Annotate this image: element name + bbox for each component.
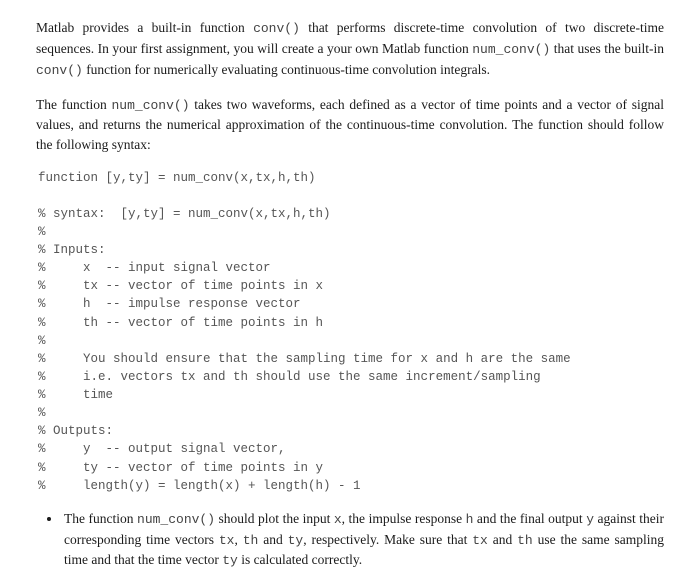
code-inline: conv() (253, 21, 300, 36)
code-inline: th (517, 533, 533, 548)
text-span: Matlab provides a built-in function (36, 20, 253, 35)
code-inline: ty (222, 553, 238, 568)
code-inline: tx (219, 533, 235, 548)
text-span: , (234, 532, 242, 547)
text-span: , respectively. Make sure that (303, 532, 472, 547)
text-span: and the final output (473, 511, 586, 526)
text-span: and (258, 532, 287, 547)
code-inline: conv() (36, 63, 83, 78)
text-span: The function (64, 511, 137, 526)
text-span: is calculated correctly. (238, 552, 362, 567)
list-item: The function num_conv() should plot the … (62, 509, 664, 572)
code-inline: num_conv() (111, 98, 189, 113)
code-inline: x (334, 512, 342, 527)
bullet-list: The function num_conv() should plot the … (36, 509, 664, 572)
code-inline: ty (288, 533, 304, 548)
text-span: and (488, 532, 517, 547)
paragraph-syntax-desc: The function num_conv() takes two wavefo… (36, 95, 664, 155)
text-span: The function (36, 97, 111, 112)
text-span: function for numerically evaluating cont… (83, 62, 490, 77)
text-span: , the impulse response (342, 511, 466, 526)
code-inline: num_conv() (472, 42, 550, 57)
code-block-function: function [y,ty] = num_conv(x,tx,h,th) % … (38, 169, 664, 495)
text-span: that uses the built-in (550, 41, 664, 56)
paragraph-intro: Matlab provides a built-in function conv… (36, 18, 664, 81)
text-span: should plot the input (215, 511, 334, 526)
code-inline: y (586, 512, 594, 527)
code-inline: th (243, 533, 259, 548)
code-inline: tx (472, 533, 488, 548)
code-inline: num_conv() (137, 512, 215, 527)
